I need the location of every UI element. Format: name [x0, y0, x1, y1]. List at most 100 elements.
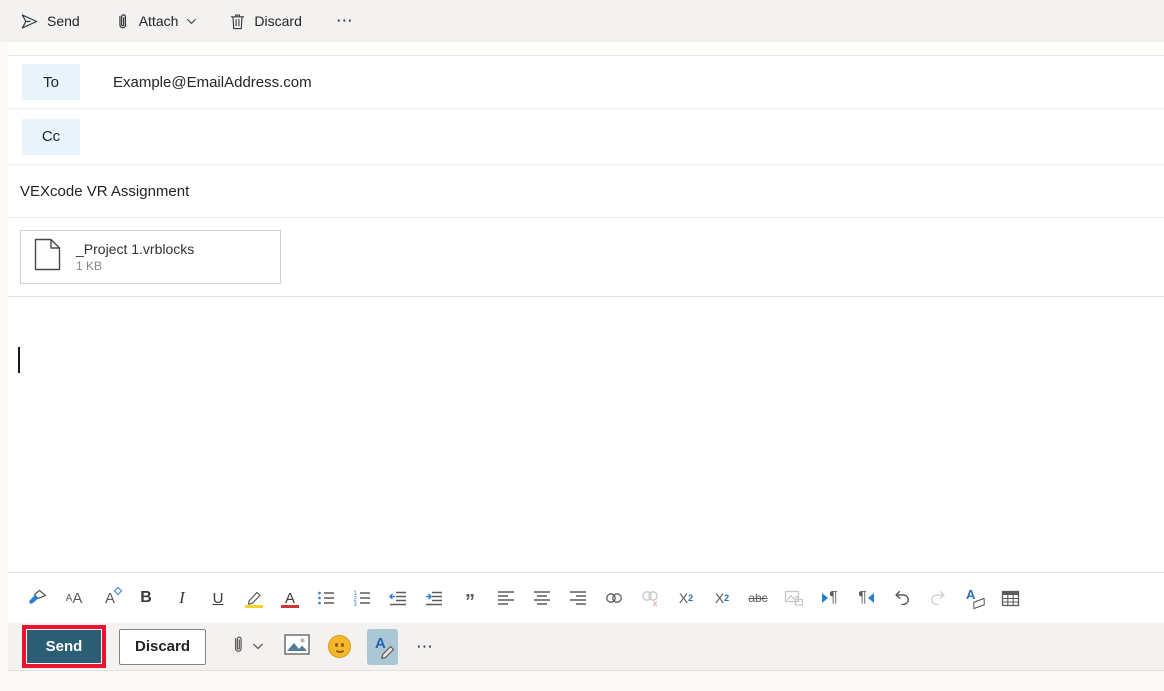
bulleted-list-icon [318, 591, 334, 605]
align-left-icon [498, 591, 514, 605]
attachment-filename: _Project 1.vrblocks [76, 241, 195, 257]
discard-button-top[interactable]: Discard [229, 12, 302, 31]
image-icon [284, 633, 310, 660]
clear-formatting-icon: A [966, 587, 976, 602]
attach-button-top[interactable]: Attach [114, 12, 197, 31]
attach-file-button[interactable] [230, 634, 264, 660]
quote-button[interactable]: ” [454, 583, 486, 613]
trash-icon [229, 12, 246, 31]
align-center-button[interactable] [526, 583, 558, 613]
subscript-button[interactable]: X2 [706, 583, 738, 613]
rtl-icon: ¶ [858, 589, 874, 607]
ellipsis-icon: ⋯ [335, 11, 355, 30]
bold-button[interactable]: B [130, 583, 162, 613]
pencil-icon [381, 645, 395, 659]
underline-icon: U [212, 589, 224, 607]
chevron-down-icon [186, 17, 197, 26]
to-input[interactable]: Example@EmailAddress.com [113, 56, 1164, 108]
more-options-button-top[interactable]: ⋯ [336, 11, 355, 31]
font-button[interactable]: AA [58, 583, 90, 613]
italic-icon: I [179, 588, 185, 607]
insert-pictures-inline-button[interactable] [284, 633, 310, 660]
to-button[interactable]: To [22, 64, 80, 100]
left-to-right-button[interactable]: ¶ [814, 583, 846, 613]
cc-button[interactable]: Cc [22, 118, 80, 155]
svg-text:3: 3 [354, 602, 358, 607]
bulleted-list-button[interactable] [310, 583, 342, 613]
underline-button[interactable]: U [202, 583, 234, 613]
to-recipient-value: Example@EmailAddress.com [113, 73, 312, 91]
decrease-indent-button[interactable] [382, 583, 414, 613]
font-color-icon: A [284, 589, 295, 607]
insert-table-button[interactable] [994, 583, 1026, 613]
table-icon [1001, 590, 1019, 606]
numbered-list-button[interactable]: 123 [346, 583, 378, 613]
paperclip-icon [114, 12, 131, 31]
picture-icon [784, 590, 804, 606]
message-body-editor[interactable] [8, 297, 1164, 572]
send-label: Send [47, 13, 80, 29]
undo-button[interactable] [886, 583, 918, 613]
to-button-label: To [43, 73, 59, 91]
subscript-icon: X [714, 590, 725, 606]
redo-button [922, 583, 954, 613]
link-icon [606, 593, 622, 603]
send-button-top[interactable]: Send [20, 12, 80, 31]
cc-input[interactable] [113, 109, 1164, 164]
insert-link-button[interactable] [598, 583, 630, 613]
bold-icon: B [140, 589, 152, 606]
svg-text:x: x [653, 599, 658, 607]
emoji-smiley-icon [328, 635, 351, 658]
align-center-icon [534, 591, 550, 605]
font-icon: A [65, 592, 73, 604]
highlighter-icon [247, 591, 261, 605]
align-right-button[interactable] [562, 583, 594, 613]
insert-picture-button [778, 583, 810, 613]
attachment-card[interactable]: _Project 1.vrblocks 1 KB [20, 230, 281, 284]
attachment-meta: _Project 1.vrblocks 1 KB [76, 241, 194, 273]
align-right-icon [570, 591, 586, 605]
discard-button[interactable]: Discard [119, 628, 206, 665]
strikethrough-icon: abc [748, 591, 768, 605]
format-painter-icon [29, 589, 47, 604]
compose-content: To Example@EmailAddress.com Cc VEXcode V… [8, 42, 1164, 671]
increase-indent-button[interactable] [418, 583, 450, 613]
send-icon [20, 12, 39, 31]
redo-icon [931, 590, 945, 606]
attach-label: Attach [138, 13, 179, 29]
italic-button[interactable]: I [166, 583, 198, 613]
send-button[interactable]: Send [27, 630, 101, 663]
strikethrough-button[interactable]: abc [742, 583, 774, 613]
draw-ink-button-selected[interactable]: A [367, 628, 398, 665]
text-cursor [18, 347, 20, 373]
cc-field-row: Cc [8, 109, 1164, 165]
clear-formatting-button[interactable]: A [958, 583, 990, 613]
text-highlight-button[interactable] [238, 583, 270, 613]
increase-indent-icon [426, 591, 442, 606]
superscript-icon: X [678, 590, 689, 606]
quote-icon: ” [465, 591, 475, 613]
annotation-highlight-box: Send [22, 625, 106, 668]
more-options-button-bottom[interactable]: ⋯ [416, 637, 435, 657]
to-field-row: To Example@EmailAddress.com [8, 56, 1164, 109]
superscript-button[interactable]: X2 [670, 583, 702, 613]
right-to-left-button[interactable]: ¶ [850, 583, 882, 613]
attachment-filesize: 1 KB [76, 259, 103, 273]
attachment-row: _Project 1.vrblocks 1 KB [8, 218, 1164, 297]
font-color-button[interactable]: A [274, 583, 306, 613]
decrease-indent-icon [389, 591, 406, 606]
cc-button-label: Cc [41, 128, 61, 145]
undo-icon [895, 590, 909, 606]
subject-row: VEXcode VR Assignment [8, 165, 1164, 218]
mail-compose-window: Send Attach Discard ⋯ To Example@EmailAd… [0, 0, 1164, 691]
formatting-toolbar: AA A B I U A 1 2 3 ” x X 2 X 2 abc ¶ ¶ A [8, 572, 1164, 623]
ellipsis-icon: ⋯ [416, 636, 435, 656]
insert-emoji-button[interactable] [328, 635, 351, 658]
ltr-icon: ¶ [822, 589, 838, 607]
action-bar: Send Discard A ⋯ [8, 623, 1164, 671]
font-size-button[interactable]: A [94, 583, 126, 613]
format-painter-button[interactable] [22, 583, 54, 613]
subject-input[interactable]: VEXcode VR Assignment [20, 183, 189, 200]
remove-link-icon: x [642, 591, 658, 607]
align-left-button[interactable] [490, 583, 522, 613]
